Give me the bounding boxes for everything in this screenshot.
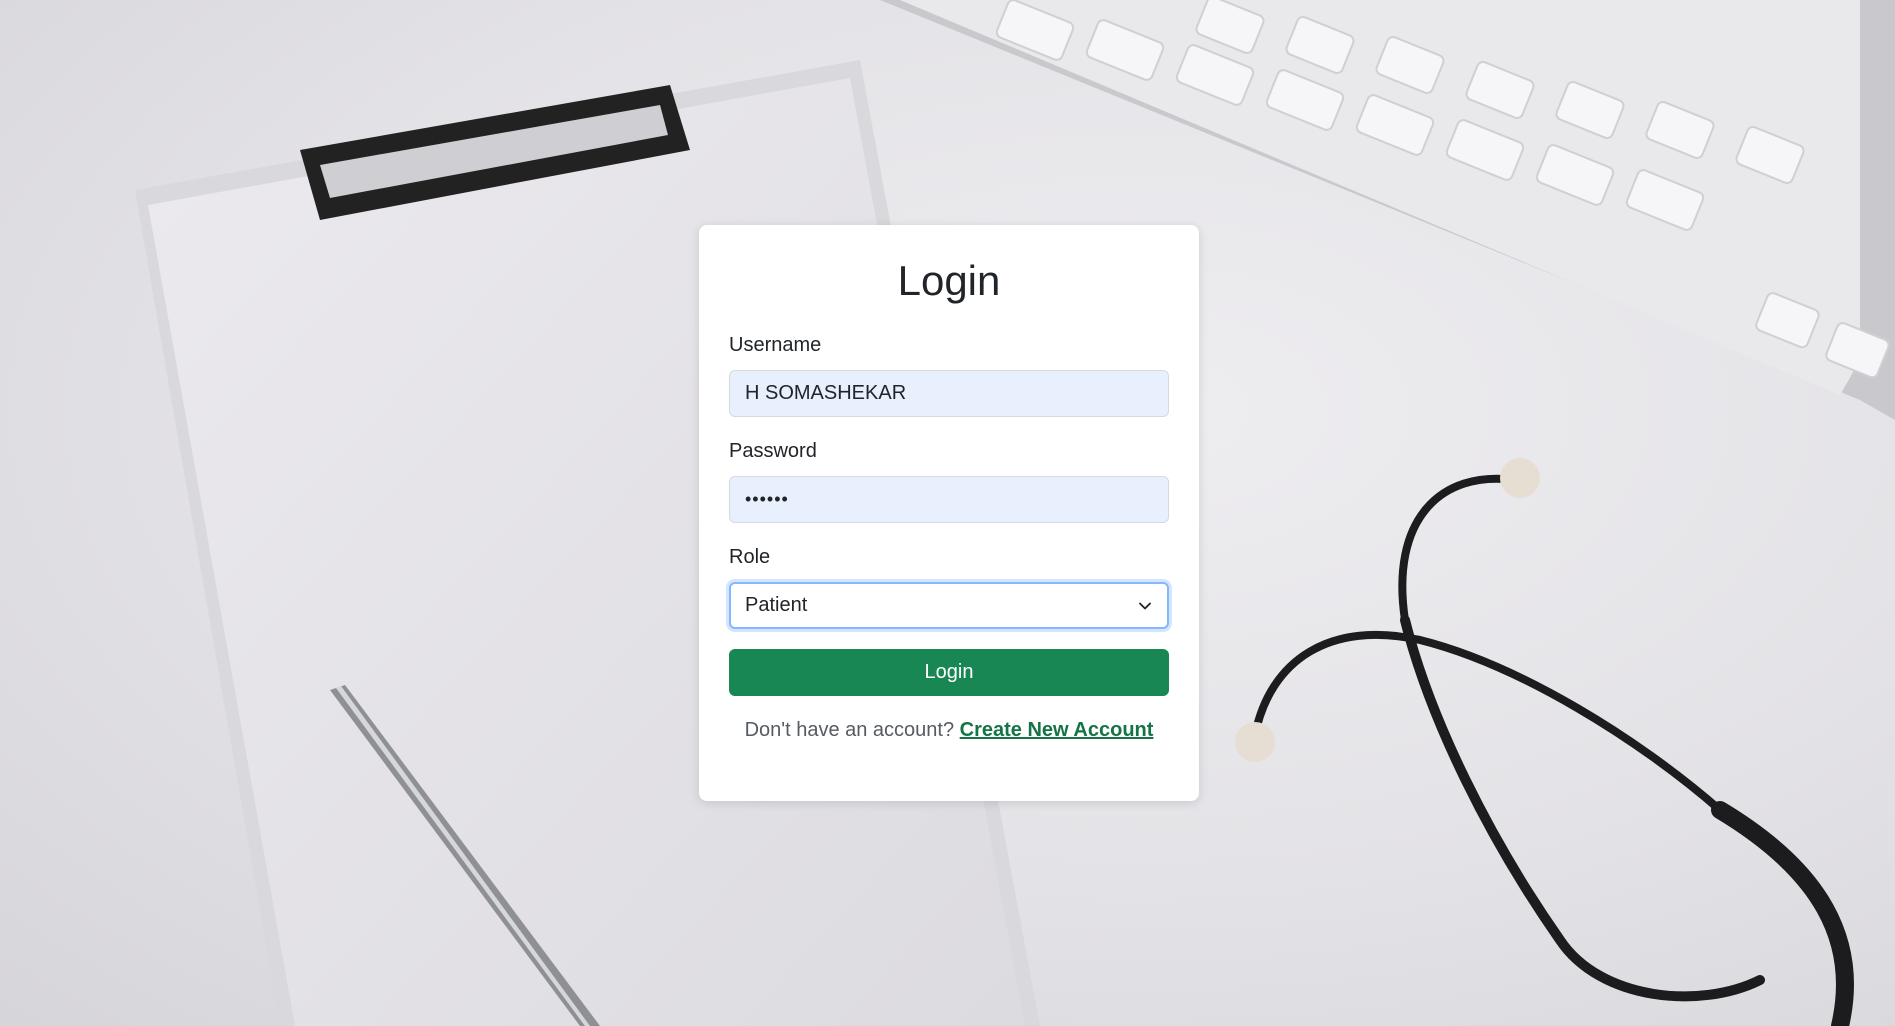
chevron-down-icon bbox=[1139, 602, 1151, 609]
signup-prompt-row: Don't have an account? Create New Accoun… bbox=[729, 719, 1169, 742]
login-button[interactable]: Login bbox=[729, 649, 1169, 696]
username-value: H SOMASHEKAR bbox=[745, 382, 907, 404]
role-select[interactable]: Patient bbox=[729, 582, 1169, 629]
stethoscope-illustration bbox=[1251, 474, 1854, 1026]
role-label: Role bbox=[729, 546, 771, 568]
username-input[interactable]: H SOMASHEKAR bbox=[729, 370, 1169, 417]
create-account-link[interactable]: Create New Account bbox=[960, 719, 1154, 741]
password-input[interactable]: •••••• bbox=[729, 476, 1169, 523]
username-label: Username bbox=[729, 334, 822, 356]
password-label: Password bbox=[729, 440, 817, 462]
role-selected-value: Patient bbox=[745, 594, 808, 616]
signup-prompt-text: Don't have an account? bbox=[744, 719, 955, 741]
login-card: Login Username H SOMASHEKAR Password •••… bbox=[699, 225, 1199, 801]
stethoscope-earpieces bbox=[1235, 458, 1540, 762]
login-title: Login bbox=[897, 257, 1001, 304]
password-masked-value: •••••• bbox=[745, 489, 789, 509]
